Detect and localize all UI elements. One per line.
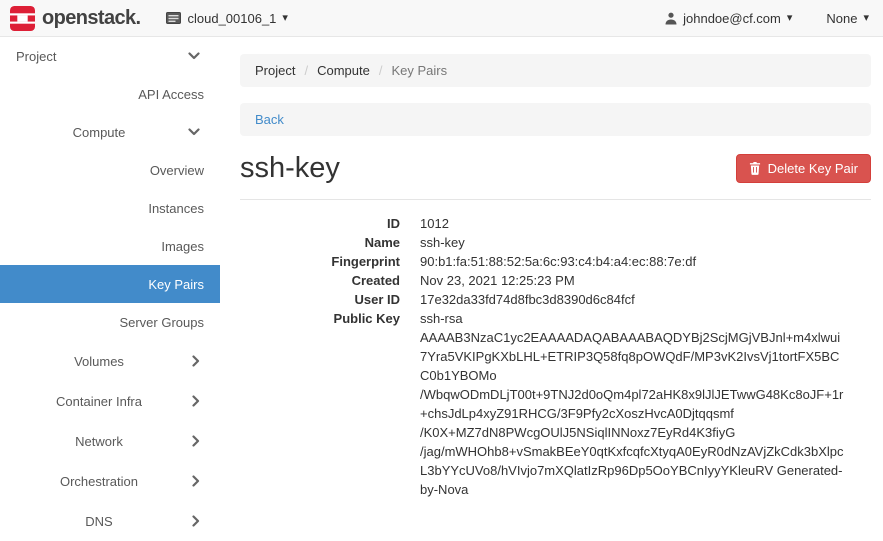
sidebar-item-label: API Access — [138, 87, 204, 102]
caret-down-icon: ▾ — [787, 13, 793, 24]
detail-row-created: Created Nov 23, 2021 12:25:23 PM — [240, 271, 871, 290]
sidebar-item-label: Volumes — [74, 354, 124, 369]
detail-value-public-key: ssh-rsa AAAAB3NzaC1yc2EAAAADAQABAAABAQDY… — [420, 309, 844, 499]
list-icon — [166, 12, 181, 24]
openstack-logo-icon — [10, 6, 35, 31]
sidebar-item-instances[interactable]: Instances — [0, 189, 220, 227]
sidebar-item-container-infra[interactable]: Container Infra — [0, 381, 220, 421]
chevron-down-icon — [188, 52, 200, 60]
detail-value: ssh-key — [420, 233, 465, 252]
page-title: ssh-key — [240, 152, 340, 184]
sidebar-item-project[interactable]: Project — [0, 37, 220, 75]
detail-label: Public Key — [240, 309, 400, 499]
sidebar-item-label: Compute — [73, 125, 126, 140]
sidebar-item-network[interactable]: Network — [0, 421, 220, 461]
sidebar-item-compute[interactable]: Compute — [0, 113, 220, 151]
sidebar-item-key-pairs[interactable]: Key Pairs — [0, 265, 220, 303]
breadcrumb-key-pairs: Key Pairs — [391, 62, 447, 79]
person-icon — [665, 12, 677, 25]
caret-down-icon: ▾ — [863, 13, 869, 24]
trash-icon — [749, 162, 761, 175]
sidebar-item-label: Project — [16, 49, 56, 64]
detail-label: Fingerprint — [240, 252, 400, 271]
sidebar-item-label: Overview — [150, 163, 204, 178]
main-content: Project / Compute / Key Pairs Back ssh-k… — [240, 37, 871, 499]
sidebar-item-label: DNS — [85, 514, 112, 529]
chevron-right-icon — [192, 515, 200, 527]
detail-row-name: Name ssh-key — [240, 233, 871, 252]
breadcrumb-project[interactable]: Project — [255, 62, 295, 79]
detail-value: 17e32da33fd74d8fbc3d8390d6c84fcf — [420, 290, 635, 309]
project-selector-dropdown[interactable]: cloud_00106_1 ▾ — [166, 11, 287, 26]
chevron-right-icon — [192, 435, 200, 447]
sidebar-item-overview[interactable]: Overview — [0, 151, 220, 189]
detail-value: 1012 — [420, 214, 449, 233]
chevron-right-icon — [192, 395, 200, 407]
key-pair-details: ID 1012 Name ssh-key Fingerprint 90:b1:f… — [240, 214, 871, 499]
detail-row-public-key: Public Key ssh-rsa AAAAB3NzaC1yc2EAAAADA… — [240, 309, 871, 499]
sidebar-item-api-access[interactable]: API Access — [0, 75, 220, 113]
sidebar-nav: Project API Access Compute Overview Inst… — [0, 37, 220, 539]
detail-row-user-id: User ID 17e32da33fd74d8fbc3d8390d6c84fcf — [240, 290, 871, 309]
detail-label: Created — [240, 271, 400, 290]
detail-label: ID — [240, 214, 400, 233]
detail-value: Nov 23, 2021 12:25:23 PM — [420, 271, 575, 290]
chevron-right-icon — [192, 475, 200, 487]
breadcrumb-compute[interactable]: Compute — [317, 62, 370, 79]
user-menu-dropdown[interactable]: johndoe@cf.com ▾ — [665, 11, 792, 26]
sidebar-item-label: Server Groups — [119, 315, 204, 330]
breadcrumb-separator: / — [304, 62, 308, 79]
back-bar: Back — [240, 103, 871, 136]
sidebar-item-orchestration[interactable]: Orchestration — [0, 461, 220, 501]
brand-wordmark: openstack. — [42, 7, 140, 30]
region-label: None — [826, 11, 857, 26]
detail-row-id: ID 1012 — [240, 214, 871, 233]
breadcrumb-separator: / — [379, 62, 383, 79]
openstack-brand[interactable]: openstack. — [10, 6, 140, 31]
delete-button-label: Delete Key Pair — [768, 161, 858, 176]
detail-row-fingerprint: Fingerprint 90:b1:fa:51:88:52:5a:6c:93:c… — [240, 252, 871, 271]
region-dropdown[interactable]: None ▾ — [826, 11, 869, 26]
sidebar-item-volumes[interactable]: Volumes — [0, 341, 220, 381]
project-selector-label: cloud_00106_1 — [187, 11, 276, 26]
back-link[interactable]: Back — [255, 112, 284, 127]
user-menu-label: johndoe@cf.com — [683, 11, 781, 26]
sidebar-item-label: Key Pairs — [148, 277, 204, 292]
delete-key-pair-button[interactable]: Delete Key Pair — [736, 154, 871, 183]
top-navbar: openstack. cloud_00106_1 ▾ johndoe@cf.co… — [0, 0, 883, 37]
sidebar-item-label: Instances — [148, 201, 204, 216]
caret-down-icon: ▾ — [282, 13, 288, 24]
chevron-right-icon — [192, 355, 200, 367]
breadcrumb: Project / Compute / Key Pairs — [240, 54, 871, 87]
sidebar-item-label: Network — [75, 434, 123, 449]
detail-label: User ID — [240, 290, 400, 309]
sidebar-item-label: Orchestration — [60, 474, 138, 489]
sidebar-item-images[interactable]: Images — [0, 227, 220, 265]
detail-value: 90:b1:fa:51:88:52:5a:6c:93:c4:b4:a4:ec:8… — [420, 252, 696, 271]
sidebar-item-label: Container Infra — [56, 394, 142, 409]
sidebar-item-server-groups[interactable]: Server Groups — [0, 303, 220, 341]
page-header: ssh-key Delete Key Pair — [240, 152, 871, 200]
sidebar-item-dns[interactable]: DNS — [0, 501, 220, 541]
detail-label: Name — [240, 233, 400, 252]
chevron-down-icon — [188, 128, 200, 136]
sidebar-item-label: Images — [161, 239, 204, 254]
